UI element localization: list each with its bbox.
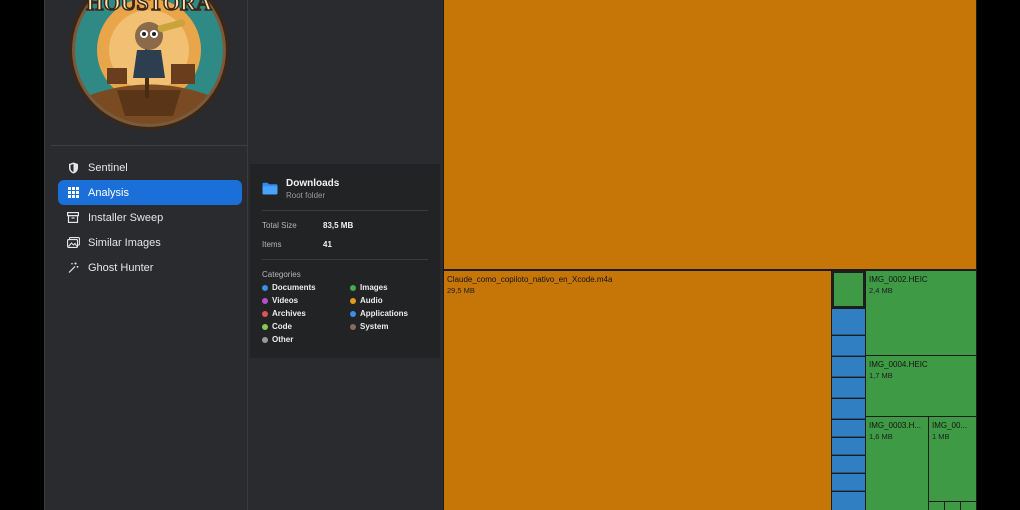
legend-dot (350, 297, 356, 304)
treemap-tile[interactable] (832, 309, 865, 335)
category-label: Images (360, 283, 388, 292)
category-label: Code (272, 322, 292, 331)
treemap-tile-m4a[interactable]: Claude_como_copiloto_nativo_en_Xcode.m4a… (444, 271, 831, 510)
total-size-value: 83,5 MB (323, 221, 354, 230)
category-applications: Applications (350, 309, 408, 318)
category-images: Images (350, 283, 388, 292)
treemap-tile[interactable] (832, 336, 865, 356)
folder-header: Downloads Root folder (262, 178, 339, 200)
category-videos: Videos (262, 296, 298, 305)
sidebar-item-installer-sweep[interactable]: Installer Sweep (58, 205, 242, 230)
legend-dot (262, 310, 268, 317)
window-frame-left (0, 0, 44, 510)
sidebar: HOUSTORA Sentinel Analysis Installer Swe… (44, 0, 248, 510)
categories-title: Categories (262, 270, 301, 279)
treemap-tile[interactable] (444, 0, 976, 269)
sidebar-item-label: Ghost Hunter (88, 261, 154, 274)
legend-dot (262, 297, 268, 304)
category-code: Code (262, 322, 292, 331)
category-label: Documents (272, 283, 316, 292)
tile-size: 2,4 MB (869, 286, 893, 295)
folder-icon (262, 182, 278, 195)
category-archives: Archives (262, 309, 306, 318)
sidebar-item-label: Installer Sweep (88, 211, 164, 224)
treemap-tile-img-00[interactable]: IMG_00... 1 MB (929, 417, 976, 501)
category-label: Audio (360, 296, 383, 305)
treemap-tile[interactable] (832, 474, 865, 491)
legend-dot (262, 336, 268, 343)
tile-size: 1 MB (932, 432, 950, 441)
category-label: Videos (272, 296, 299, 305)
treemap-tile[interactable] (832, 357, 865, 377)
treemap-tile-img-0002[interactable]: IMG_0002.HEIC 2,4 MB (866, 271, 976, 355)
category-label: Archives (272, 309, 306, 318)
legend-dot (262, 323, 268, 330)
category-audio: Audio (350, 296, 383, 305)
sidebar-item-similar-images[interactable]: Similar Images (58, 230, 242, 255)
items-label: Items (262, 240, 282, 249)
sidebar-item-analysis[interactable]: Analysis (58, 180, 242, 205)
legend-dot (350, 323, 356, 330)
tile-size: 1,7 MB (869, 371, 893, 380)
total-size-label: Total Size (262, 221, 297, 230)
tile-size: 29,5 MB (447, 286, 475, 295)
treemap-tile[interactable] (832, 456, 865, 473)
category-label: Applications (360, 309, 409, 318)
sidebar-item-sentinel[interactable]: Sentinel (58, 155, 242, 180)
treemap-tile[interactable] (832, 492, 865, 510)
treemap-tile[interactable] (832, 420, 865, 437)
sidebar-divider (51, 145, 247, 146)
sidebar-item-ghost-hunter[interactable]: Ghost Hunter (58, 255, 242, 280)
archive-box-icon (66, 211, 80, 225)
legend-dot (350, 310, 356, 317)
category-label: Other (272, 335, 294, 344)
photos-icon (66, 236, 80, 250)
tile-name: IMG_0003.H... (869, 421, 922, 430)
window-frame-right (977, 0, 1020, 510)
treemap-tile[interactable] (961, 502, 976, 510)
legend-dot (262, 284, 268, 291)
treemap-tile-img-0004[interactable]: IMG_0004.HEIC 1,7 MB (866, 356, 976, 416)
folder-name: Downloads (286, 178, 340, 189)
treemap-tile[interactable] (832, 438, 865, 455)
grid-icon (66, 186, 80, 200)
tile-size: 1,6 MB (869, 432, 893, 441)
category-documents: Documents (262, 283, 316, 292)
items-value: 41 (323, 240, 332, 249)
category-label: System (360, 322, 389, 331)
sidebar-item-label: Analysis (88, 186, 129, 199)
treemap-tile-img-0003[interactable]: IMG_0003.H... 1,6 MB (866, 417, 928, 510)
treemap-tile[interactable] (945, 502, 960, 510)
sidebar-nav: Sentinel Analysis Installer Sweep Simila… (58, 155, 242, 280)
treemap: Claude_como_copiloto_nativo_en_Xcode.m4a… (443, 0, 977, 510)
divider (262, 259, 428, 260)
treemap-tile[interactable] (832, 271, 865, 308)
tile-name: IMG_00... (932, 421, 968, 430)
folder-subtitle: Root folder (286, 191, 326, 200)
shield-icon (66, 161, 80, 175)
sidebar-item-label: Similar Images (88, 236, 161, 249)
logo-lettering: HOUSTORA (86, 0, 212, 15)
tile-name: IMG_0002.HEIC (869, 275, 928, 284)
details-column: Downloads Root folder Total Size 83,5 MB… (248, 0, 443, 510)
tile-name: Claude_como_copiloto_nativo_en_Xcode.m4a (447, 275, 613, 284)
tile-name: IMG_0004.HEIC (869, 360, 928, 369)
category-system: System (350, 322, 388, 331)
treemap-tile[interactable] (832, 378, 865, 398)
sidebar-item-label: Sentinel (88, 161, 128, 174)
folder-info-panel: Downloads Root folder Total Size 83,5 MB… (250, 164, 440, 358)
category-other: Other (262, 335, 293, 344)
divider (262, 210, 428, 211)
treemap-tile[interactable] (929, 502, 944, 510)
magic-wand-icon (66, 261, 80, 275)
app-logo: HOUSTORA (67, 0, 231, 132)
legend-dot (350, 284, 356, 291)
treemap-tile[interactable] (832, 399, 865, 419)
